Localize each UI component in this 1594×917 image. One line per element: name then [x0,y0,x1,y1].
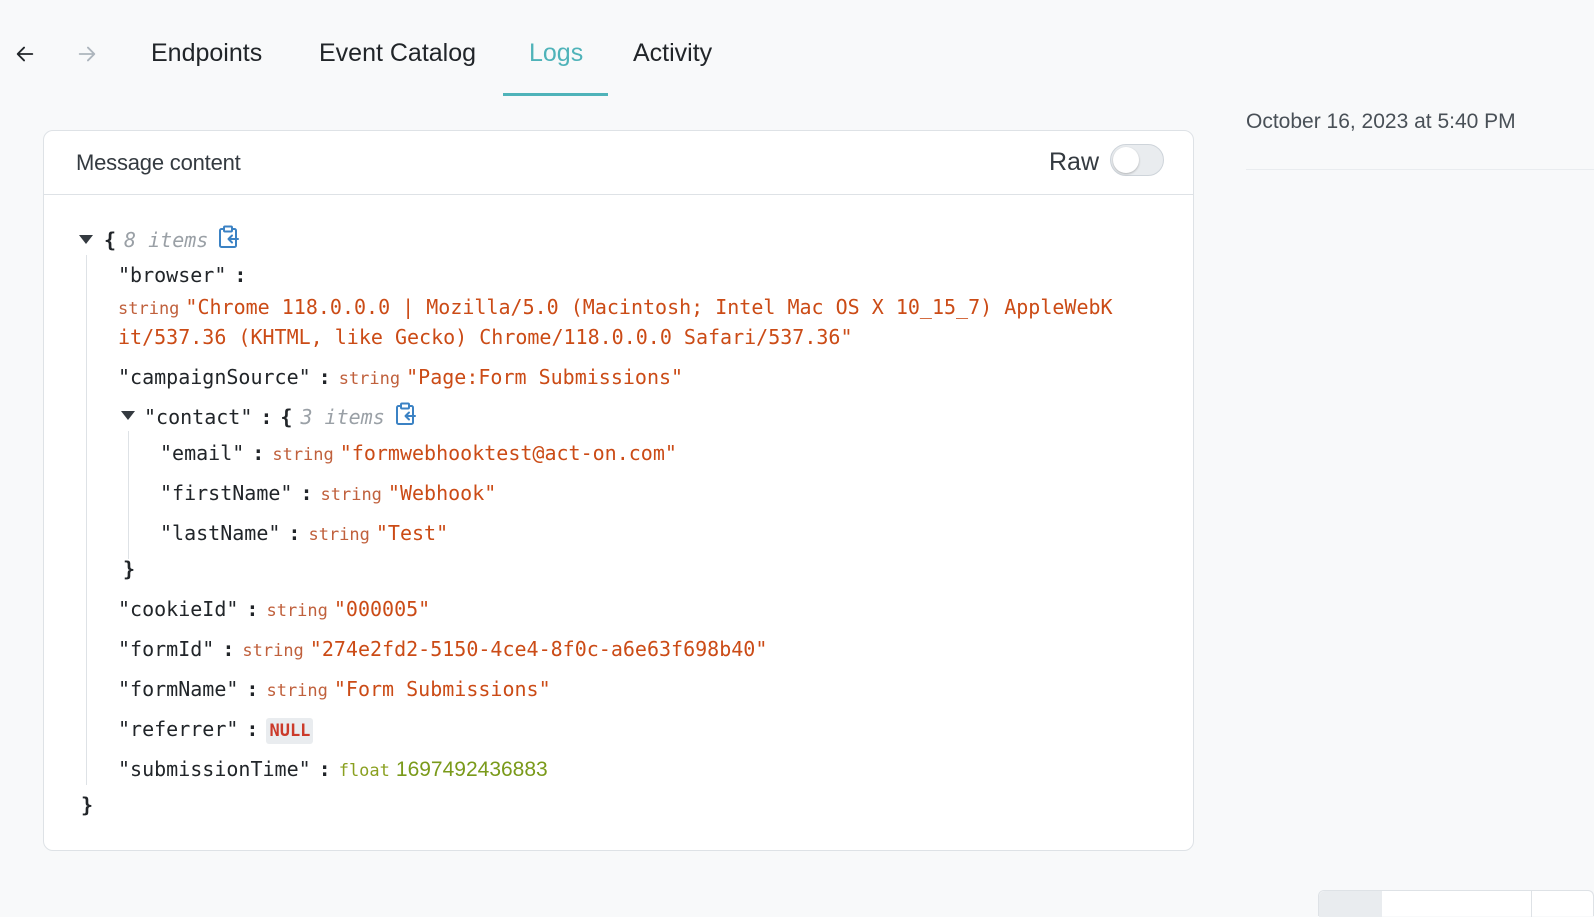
bottom-tab-divider [1531,891,1532,917]
collapse-root-caret[interactable] [79,235,93,244]
string-value: "formwebhooktest@act-on.com" [339,441,677,465]
value-type: string [320,485,382,505]
field-colon: : [222,637,235,661]
field-key: "firstName" [160,481,293,505]
null-badge: NULL [266,718,314,744]
card-header: Message content Raw [44,131,1193,195]
string-value: "000005" [333,597,431,621]
json-contact-close: } [123,554,135,584]
json-field-cookie-id: "cookieId": string "000005" [118,594,430,626]
value-type: string [266,601,328,621]
json-root-close: } [81,790,93,820]
float-value: 1697492436883 [395,758,548,781]
arrow-right-icon[interactable] [73,40,101,68]
bottom-tab-segment[interactable] [1319,891,1382,917]
string-value: "274e2fd2-5150-4ce4-8f0c-a6e63f698b40" [309,637,768,661]
field-key: "contact" [144,405,253,429]
tab-activity[interactable]: Activity [633,36,712,70]
json-field-form-name: "formName": string "Form Submissions" [118,674,551,706]
arrow-left-icon[interactable] [11,40,39,68]
json-field-first-name: "firstName": string "Webhook" [160,478,496,510]
field-colon: : [246,677,259,701]
collapse-contact-caret[interactable] [121,411,135,420]
string-value: "Page:Form Submissions" [406,365,684,389]
field-key: "email" [160,441,245,465]
field-colon: : [246,597,259,621]
field-colon: : [318,757,331,781]
field-key: "submissionTime" [118,757,311,781]
value-type: string [308,525,370,545]
value-type: string [266,681,328,701]
root-open-brace: { [104,228,117,252]
json-field-form-id: "formId": string "274e2fd2-5150-4ce4-8f0c-… [118,634,767,666]
tab-event-catalog[interactable]: Event Catalog [319,36,476,70]
top-navigation: Endpoints Event Catalog Logs Activity [0,0,1594,100]
field-colon: : [288,521,301,545]
json-value-browser-line1: string "Chrome 118.0.0.0 | Mozilla/5.0 (M… [118,292,1113,324]
string-value: "Test" [375,521,449,545]
message-content-card: Message content Raw {8 items "browser": … [43,130,1194,851]
field-colon: : [260,405,273,429]
field-key: "lastName" [160,521,281,545]
json-value-browser-line2: it/537.36 (KHTML, like Gecko) Chrome/118… [118,322,853,352]
field-key: "formName" [118,677,239,701]
field-key: "cookieId" [118,597,239,621]
json-field-browser: "browser": [118,260,254,290]
field-colon: : [234,263,247,287]
string-value: "Form Submissions" [333,677,551,701]
tab-endpoints[interactable]: Endpoints [151,36,262,70]
json-field-submission-time: "submissionTime": float 1697492436883 [118,754,548,786]
field-key: "browser" [118,263,227,287]
field-colon: : [318,365,331,389]
contact-indent-guide [128,431,129,559]
root-close-brace: } [81,793,94,817]
field-key: "referrer" [118,717,239,741]
json-field-email: "email": string "formwebhooktest@act-on.co… [160,438,677,470]
value-type: string [338,369,401,389]
field-colon: : [300,481,313,505]
string-value: "Chrome 118.0.0.0 | Mozilla/5.0 (Macinto… [185,295,1113,319]
value-type: float [338,761,390,781]
clipboard-copy-icon[interactable] [218,225,240,249]
contact-open-brace: { [280,405,293,429]
raw-toggle[interactable] [1110,144,1164,176]
contact-close-brace: } [123,557,136,581]
root-item-count: 8 items [124,228,209,252]
field-colon: : [246,717,259,741]
json-field-campaign-source: "campaignSource": string "Page:Form Submis… [118,362,683,394]
field-key: "formId" [118,637,215,661]
bottom-pagination-tabs[interactable] [1318,890,1594,917]
raw-toggle-label: Raw [1049,148,1100,176]
value-type: string [272,445,334,465]
contact-item-count: 3 items [300,405,385,429]
field-key: "campaignSource" [118,365,311,389]
tab-logs[interactable]: Logs [529,36,583,70]
json-root-open: {8 items [104,225,240,255]
sidebar-divider [1246,169,1594,170]
active-tab-indicator [503,93,608,96]
root-indent-guide [86,255,87,785]
json-field-last-name: "lastName": string "Test" [160,518,448,550]
field-colon: : [252,441,265,465]
card-title: Message content [76,150,241,175]
raw-toggle-knob [1113,147,1139,173]
string-value: it/537.36 (KHTML, like Gecko) Chrome/118… [118,325,853,349]
value-type: string [242,641,304,661]
clipboard-copy-icon[interactable] [395,402,417,426]
value-type: string [118,299,180,319]
message-timestamp: October 16, 2023 at 5:40 PM [1246,110,1516,133]
json-field-contact: "contact": {3 items [144,402,417,432]
json-field-referrer: "referrer": NULL [118,714,314,744]
string-value: "Webhook" [387,481,497,505]
